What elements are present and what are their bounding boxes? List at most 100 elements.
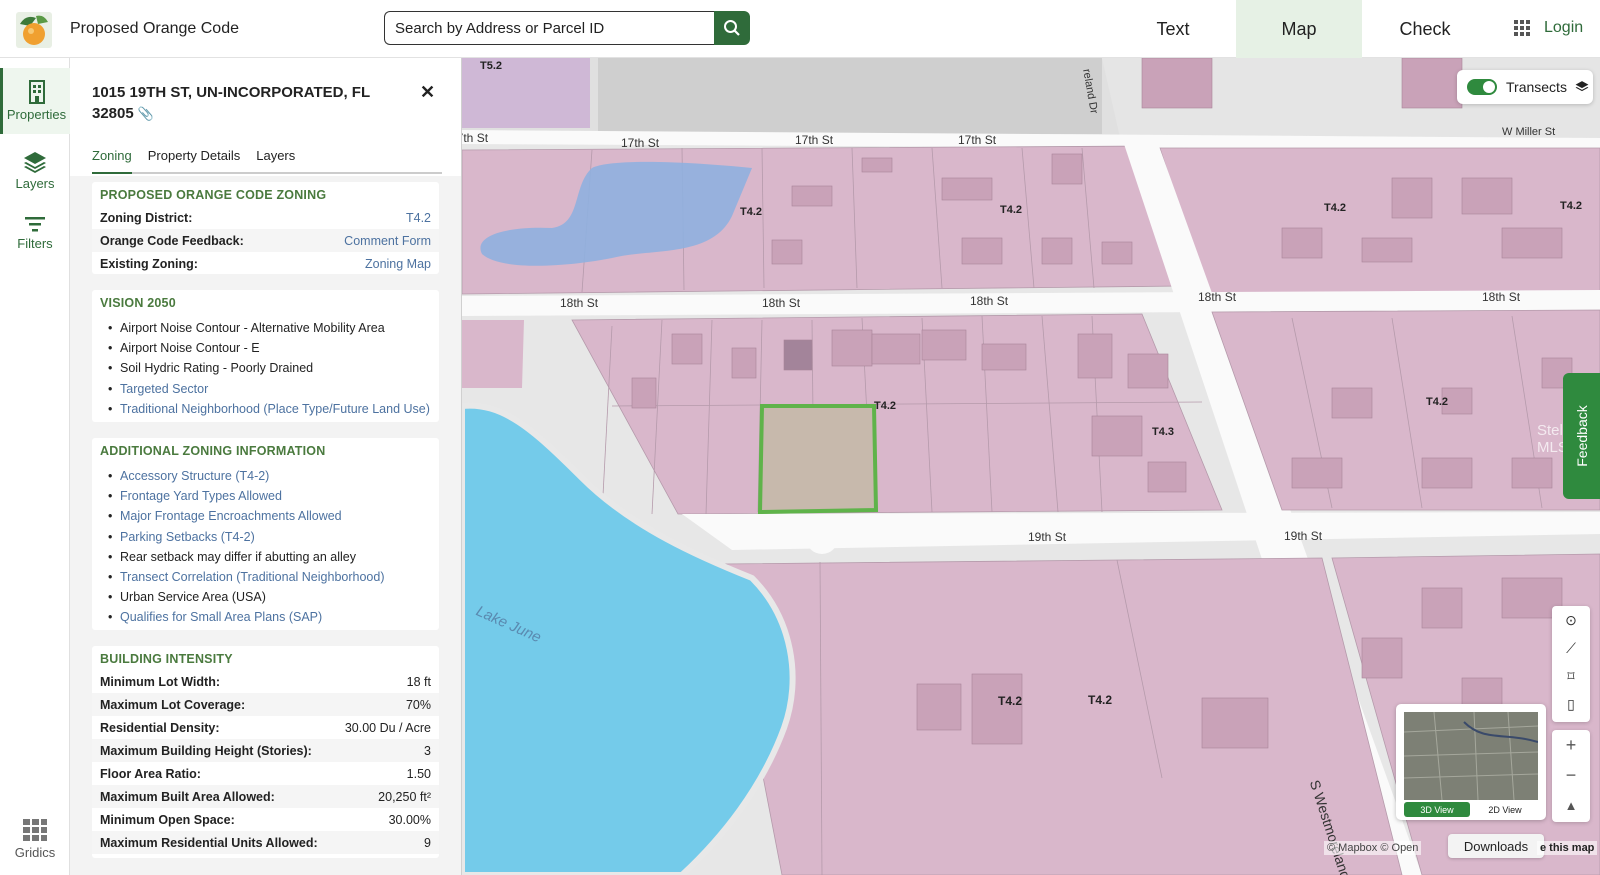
kv-key: Maximum Built Area Allowed: bbox=[100, 789, 275, 804]
section-title: BUILDING INTENSITY bbox=[100, 652, 233, 666]
info-link[interactable]: Targeted Sector bbox=[100, 379, 431, 399]
tab-zoning[interactable]: Zoning bbox=[92, 148, 132, 174]
rail-item-filters[interactable]: Filters bbox=[0, 200, 70, 266]
street-label: W Miller St bbox=[1502, 126, 1556, 138]
info-link[interactable]: Qualifies for Small Area Plans (SAP) bbox=[100, 607, 431, 627]
tab-map[interactable]: Map bbox=[1236, 0, 1362, 58]
login-link[interactable]: Login bbox=[1544, 19, 1583, 37]
tab-layers[interactable]: Layers bbox=[256, 148, 295, 172]
kv-key: Orange Code Feedback: bbox=[100, 233, 244, 248]
info-item: Airport Noise Contour - Alternative Mobi… bbox=[100, 318, 431, 338]
vision-card: VISION 2050 Airport Noise Contour - Alte… bbox=[92, 290, 439, 422]
improve-map-link[interactable]: e this map bbox=[1537, 841, 1598, 855]
selected-parcel bbox=[757, 404, 879, 515]
transects-toggle[interactable]: Transects bbox=[1457, 70, 1593, 104]
kv-row: Existing Zoning: Zoning Map bbox=[92, 252, 439, 275]
paperclip-icon[interactable]: 📎 bbox=[138, 103, 154, 124]
zone-label: T4.2 bbox=[1560, 200, 1583, 212]
info-link[interactable]: Accessory Structure (T4-2) bbox=[100, 466, 431, 486]
panel-tabs: Zoning Property Details Layers bbox=[92, 148, 442, 174]
zoom-in-button[interactable]: + bbox=[1552, 730, 1590, 760]
draw-polygon-icon[interactable]: ⌑ bbox=[1552, 662, 1590, 690]
view-3d-button[interactable]: 3D View bbox=[1404, 802, 1470, 817]
gridics-logo-icon bbox=[23, 819, 47, 841]
transects-switch[interactable] bbox=[1467, 79, 1497, 95]
street-label: 17th St bbox=[621, 136, 660, 150]
kv-row: Zoning District: T4.2 bbox=[92, 206, 439, 229]
gridics-brand[interactable]: Gridics bbox=[0, 806, 70, 872]
info-item: Rear setback may differ if abutting an a… bbox=[100, 547, 431, 567]
street-label: 17th St bbox=[462, 131, 489, 145]
kv-key: Floor Area Ratio: bbox=[100, 766, 201, 781]
apps-grid-icon[interactable] bbox=[1514, 20, 1530, 36]
info-link[interactable]: Parking Setbacks (T4-2) bbox=[100, 527, 431, 547]
comment-form-link[interactable]: Comment Form bbox=[344, 234, 431, 248]
panel-header: 1015 19TH ST, UN-INCORPORATED, FL 32805 📎… bbox=[70, 58, 461, 176]
rail-item-layers[interactable]: Layers bbox=[0, 138, 70, 204]
tab-check[interactable]: Check bbox=[1362, 0, 1488, 58]
street-label: 18th St bbox=[1482, 290, 1521, 304]
kv-row: Minimum Open Space: 30.00% bbox=[92, 808, 439, 831]
info-link[interactable]: Transect Correlation (Traditional Neighb… bbox=[100, 567, 431, 587]
kv-key: Maximum Residential Units Allowed: bbox=[100, 835, 318, 850]
rail-label-properties: Properties bbox=[6, 107, 67, 122]
layers-icon bbox=[24, 152, 46, 173]
minimap[interactable]: 3D View 2D View bbox=[1396, 704, 1546, 820]
kv-row: Maximum Residential Units Allowed: 9 bbox=[92, 831, 439, 854]
left-rail: Properties Layers Filters Gridics bbox=[0, 58, 70, 875]
additional-zoning-card: ADDITIONAL ZONING INFORMATION Accessory … bbox=[92, 438, 439, 630]
compass-icon[interactable]: ▲ bbox=[1552, 790, 1590, 820]
kv-value: 1.50 bbox=[406, 766, 431, 781]
rail-item-properties[interactable]: Properties bbox=[0, 68, 70, 134]
search-button[interactable] bbox=[714, 11, 750, 45]
search-input[interactable] bbox=[384, 11, 714, 45]
info-link[interactable]: Traditional Neighborhood (Place Type/Fut… bbox=[100, 399, 431, 419]
section-title: PROPOSED ORANGE CODE ZONING bbox=[100, 188, 327, 202]
kv-row: Maximum Lot Coverage: 70% bbox=[92, 693, 439, 716]
zone-label: T4.3 bbox=[1152, 426, 1175, 438]
zone-label: T4.2 bbox=[1324, 202, 1347, 214]
kv-value: 30.00 Du / Acre bbox=[344, 720, 431, 735]
orange-logo-icon[interactable] bbox=[14, 10, 54, 50]
zoning-district-link[interactable]: T4.2 bbox=[406, 211, 431, 225]
street-label: 17th St bbox=[958, 133, 997, 147]
property-address: 1015 19TH ST, UN-INCORPORATED, FL 32805 📎 bbox=[92, 82, 392, 124]
locate-icon[interactable]: ⊙ bbox=[1552, 606, 1590, 634]
measure-line-icon[interactable]: ⟋ bbox=[1552, 634, 1590, 662]
property-panel: 1015 19TH ST, UN-INCORPORATED, FL 32805 📎… bbox=[70, 58, 462, 875]
street-label: 17th St bbox=[795, 133, 834, 147]
kv-row: Floor Area Ratio: 1.50 bbox=[92, 762, 439, 785]
kv-value: 70% bbox=[405, 697, 431, 712]
rail-label-layers: Layers bbox=[15, 176, 55, 191]
map-attribution[interactable]: © Mapbox © Open bbox=[1324, 841, 1422, 855]
transects-label: Transects bbox=[1506, 79, 1567, 95]
kv-key: Maximum Lot Coverage: bbox=[100, 697, 246, 712]
close-icon[interactable]: ✕ bbox=[420, 82, 435, 103]
kv-row: Maximum Built Area Allowed: 20,250 ft² bbox=[92, 785, 439, 808]
zoning-map-link[interactable]: Zoning Map bbox=[365, 257, 431, 271]
satellite-thumbnail[interactable] bbox=[1404, 712, 1538, 800]
app-title: Proposed Orange Code bbox=[70, 20, 239, 37]
kv-key: Zoning District: bbox=[100, 210, 193, 225]
kv-row: Orange Code Feedback: Comment Form bbox=[92, 229, 439, 252]
zoom-out-button[interactable]: − bbox=[1552, 760, 1590, 790]
tab-text[interactable]: Text bbox=[1110, 0, 1236, 58]
kv-key: Existing Zoning: bbox=[100, 256, 198, 271]
kv-value: 3 bbox=[424, 743, 431, 758]
kv-key: Minimum Open Space: bbox=[100, 812, 235, 827]
zone-label: T4.2 bbox=[874, 400, 897, 412]
vision-list: Airport Noise Contour - Alternative Mobi… bbox=[92, 314, 439, 425]
info-item: Airport Noise Contour - E bbox=[100, 338, 431, 358]
info-link[interactable]: Major Frontage Encroachments Allowed bbox=[100, 506, 431, 526]
feedback-button[interactable]: Feedback bbox=[1563, 373, 1600, 499]
ruler-icon[interactable]: ▯ bbox=[1552, 690, 1590, 718]
tab-property-details[interactable]: Property Details bbox=[148, 148, 240, 172]
top-bar: Proposed Orange Code Text Map Check Logi… bbox=[0, 0, 1600, 58]
zone-label: T5.2 bbox=[480, 60, 503, 72]
zone-label: T4.2 bbox=[740, 206, 763, 218]
kv-value: 20,250 ft² bbox=[378, 789, 431, 804]
map-canvas[interactable]: 17th St 17th St 17th St 17th St 18th St … bbox=[462, 58, 1600, 875]
view-2d-button[interactable]: 2D View bbox=[1472, 802, 1538, 817]
info-link[interactable]: Frontage Yard Types Allowed bbox=[100, 486, 431, 506]
downloads-button[interactable]: Downloads bbox=[1448, 834, 1544, 858]
